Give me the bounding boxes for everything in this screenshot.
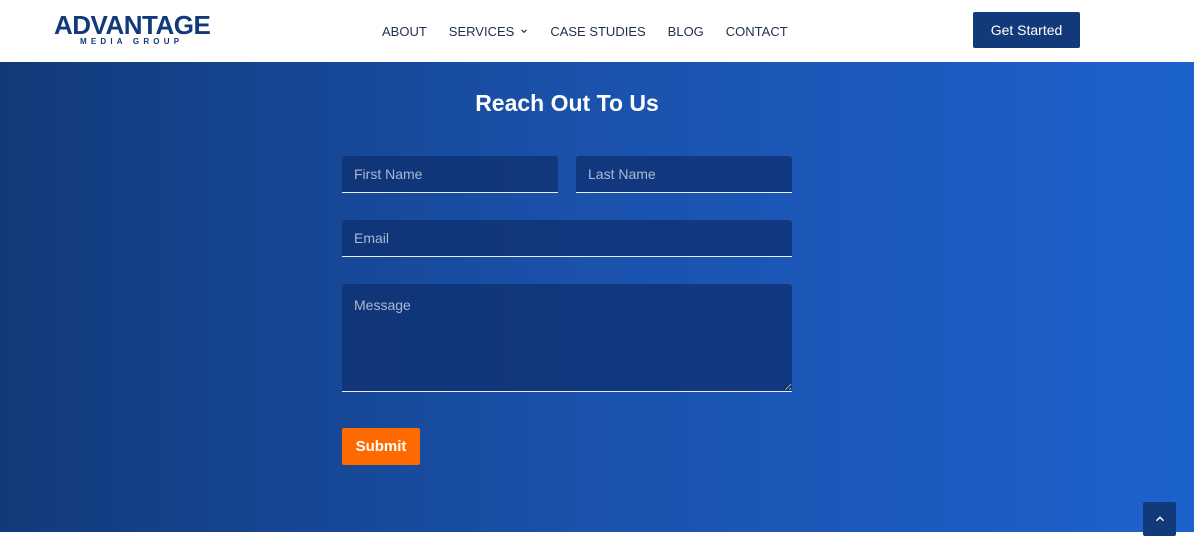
nav-item-services[interactable]: SERVICES bbox=[449, 24, 529, 39]
site-header: ADVANTAGE MEDIA GROUP ABOUT SERVICES CAS… bbox=[0, 0, 1194, 62]
nav-item-label: ABOUT bbox=[382, 23, 427, 39]
last-name-field[interactable] bbox=[576, 156, 792, 193]
main-nav: ABOUT SERVICES CASE STUDIES BLOG CONTACT bbox=[382, 22, 810, 40]
nav-item-case-studies[interactable]: CASE STUDIES bbox=[550, 24, 645, 39]
contact-form-section: Reach Out To Us Submit bbox=[0, 62, 1194, 532]
get-started-button[interactable]: Get Started bbox=[973, 12, 1080, 48]
nav-item-blog[interactable]: BLOG bbox=[668, 24, 704, 39]
logo-tagline: MEDIA GROUP bbox=[80, 37, 184, 46]
message-field[interactable] bbox=[342, 284, 792, 392]
form-title: Reach Out To Us bbox=[475, 90, 659, 116]
email-field[interactable] bbox=[342, 220, 792, 257]
nav-item-label: CONTACT bbox=[725, 23, 788, 39]
page-footer-edge bbox=[0, 532, 1194, 546]
logo-wordmark: ADVANTAGE bbox=[54, 10, 211, 40]
first-name-field[interactable] bbox=[342, 156, 558, 193]
logo[interactable]: ADVANTAGE MEDIA GROUP bbox=[54, 12, 224, 48]
scroll-to-top-button[interactable] bbox=[1143, 502, 1176, 536]
chevron-down-icon bbox=[521, 29, 528, 34]
chevron-up-icon bbox=[1155, 516, 1164, 522]
nav-item-about[interactable]: ABOUT bbox=[382, 24, 427, 39]
nav-item-label: BLOG bbox=[667, 23, 704, 39]
submit-button[interactable]: Submit bbox=[342, 428, 420, 465]
nav-item-contact[interactable]: CONTACT bbox=[726, 24, 788, 39]
nav-item-label: CASE STUDIES bbox=[550, 23, 646, 39]
nav-item-label: SERVICES bbox=[448, 23, 515, 39]
